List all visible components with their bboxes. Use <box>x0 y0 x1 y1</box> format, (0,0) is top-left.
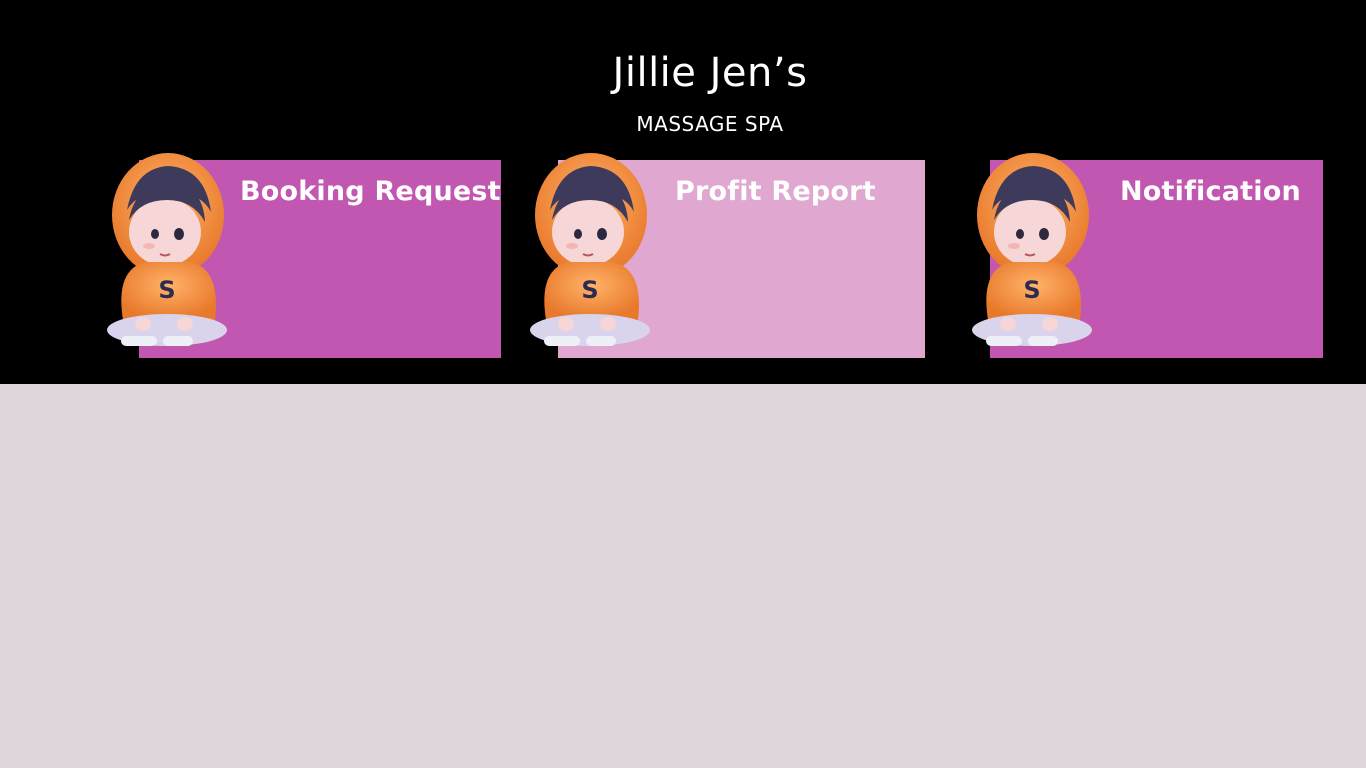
booking-request-card[interactable]: Booking Request S <box>105 153 501 358</box>
notification-card[interactable]: Notification S <box>970 153 1323 358</box>
content-area <box>0 384 1366 768</box>
profit-report-card[interactable]: Profit Report S <box>528 153 925 358</box>
mascot-icon: S <box>530 153 650 346</box>
svg-text:S: S <box>581 276 598 304</box>
mascot-icon: S <box>972 153 1092 346</box>
header-banner: Jillie Jen’s MASSAGE SPA Booking Request… <box>0 0 1366 384</box>
svg-text:S: S <box>158 276 175 304</box>
svg-text:S: S <box>1023 276 1040 304</box>
brand-title: Jillie Jen’s <box>612 50 808 96</box>
card-label: Profit Report <box>675 176 876 207</box>
mascot-icon: S <box>107 153 227 346</box>
card-label: Booking Request <box>240 176 501 207</box>
card-label: Notification <box>1120 176 1301 207</box>
brand-subtitle: MASSAGE SPA <box>636 112 784 136</box>
